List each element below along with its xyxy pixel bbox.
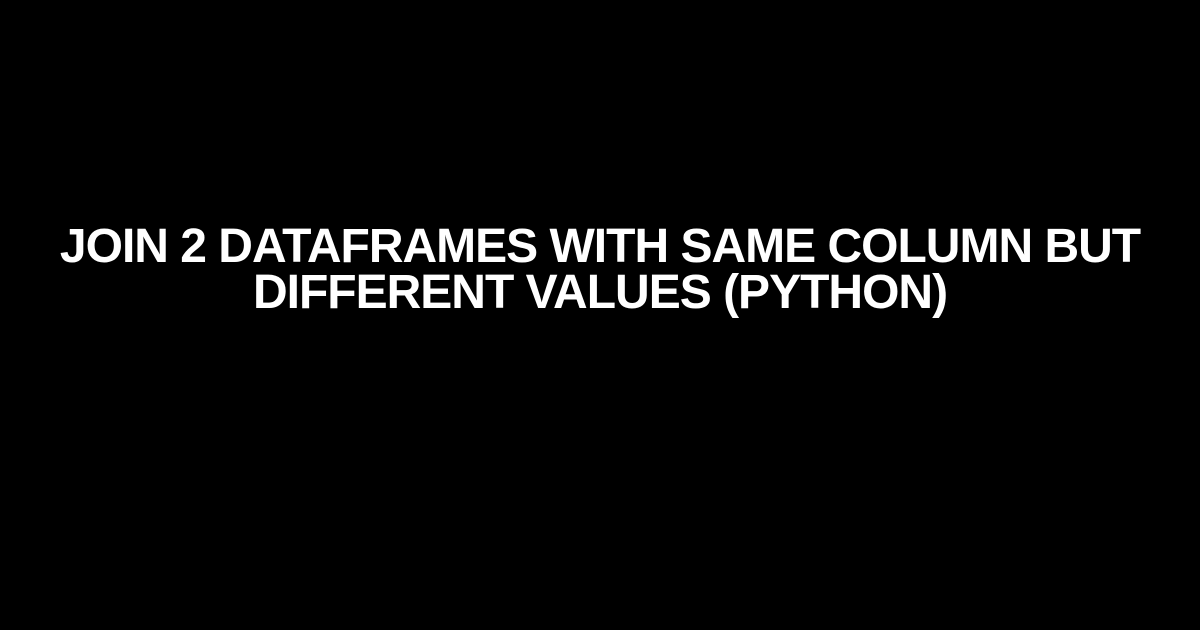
- title-line-2: different values (Python): [60, 270, 1140, 316]
- title-container: Join 2 dataframes with same column but d…: [20, 224, 1180, 315]
- title-line-1: Join 2 dataframes with same column but: [60, 224, 1140, 270]
